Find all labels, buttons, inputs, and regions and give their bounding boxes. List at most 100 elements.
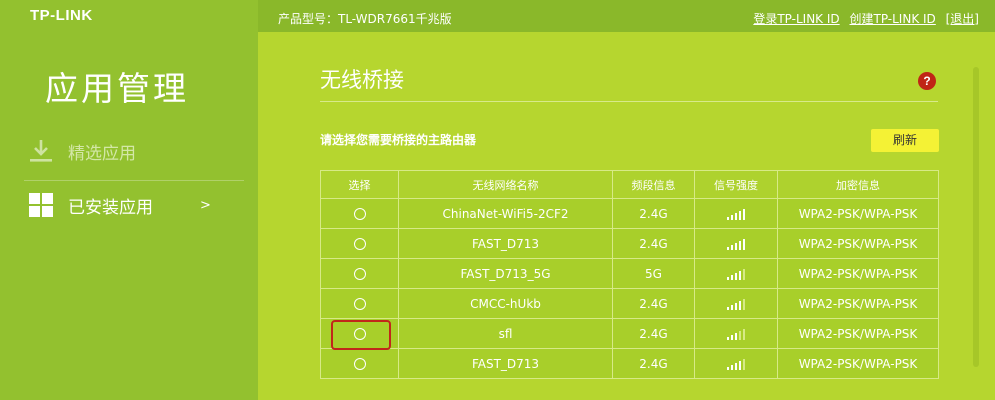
signal-cell — [694, 228, 778, 259]
security-cell: WPA2-PSK/WPA-PSK — [777, 348, 939, 379]
main-panel: 无线桥接 ? 请选择您需要桥接的主路由器 刷新 选择 无线网络名称 频段信息 信… — [258, 32, 995, 400]
column-header: 无线网络名称 — [398, 170, 613, 199]
select-radio[interactable] — [353, 208, 366, 220]
signal-cell — [694, 288, 778, 319]
security-cell: WPA2-PSK/WPA-PSK — [777, 228, 939, 259]
create-id-link[interactable]: 创建TP-LINK ID — [849, 12, 935, 26]
wifi-scan-table: 选择 无线网络名称 频段信息 信号强度 加密信息 ChinaNet-WiFi5-… — [320, 170, 939, 379]
table-row[interactable]: ChinaNet-WiFi5-2CF2 2.4G WPA2-PSK/WPA-PSK — [320, 198, 939, 229]
download-icon — [28, 138, 54, 164]
table-row[interactable]: CMCC-hUkb 2.4G WPA2-PSK/WPA-PSK — [320, 288, 939, 319]
divider — [320, 101, 938, 102]
table-row[interactable]: FAST_D713 2.4G WPA2-PSK/WPA-PSK — [320, 348, 939, 379]
signal-bar — [743, 328, 745, 340]
top-header: 产品型号：TL-WDR7661千兆版 登录TP-LINK ID 创建TP-LIN… — [258, 0, 995, 32]
sidebar-item-label: 精选应用 — [68, 143, 136, 164]
divider — [24, 180, 244, 181]
select-cell — [320, 228, 399, 259]
login-link[interactable]: 登录TP-LINK ID — [753, 12, 839, 26]
signal-strength-icon — [727, 358, 745, 370]
signal-cell — [694, 318, 778, 349]
table-row[interactable]: sfl 2.4G WPA2-PSK/WPA-PSK — [320, 318, 939, 350]
select-cell — [320, 318, 399, 350]
signal-bar — [731, 214, 733, 220]
ssid-cell: FAST_D713 — [398, 228, 613, 259]
signal-bar — [731, 304, 733, 310]
ssid-cell: FAST_D713_5G — [398, 258, 613, 289]
ssid-cell: FAST_D713 — [398, 348, 613, 379]
select-radio[interactable] — [353, 268, 366, 280]
signal-bar — [735, 362, 737, 370]
refresh-button[interactable]: 刷新 — [871, 129, 939, 152]
signal-bar — [743, 238, 745, 250]
signal-bar — [743, 358, 745, 370]
band-cell: 2.4G — [612, 318, 695, 349]
signal-strength-icon — [727, 298, 745, 310]
signal-strength-icon — [727, 268, 745, 280]
logout-link[interactable]: [退出] — [946, 12, 979, 26]
signal-bar — [739, 330, 741, 340]
band-cell: 2.4G — [612, 228, 695, 259]
sidebar-item-installed-apps[interactable]: 已安装应用 > — [28, 190, 228, 220]
table-row[interactable]: FAST_D713_5G 5G WPA2-PSK/WPA-PSK — [320, 258, 939, 289]
select-radio[interactable] — [353, 238, 366, 250]
page-title: 无线桥接 — [320, 68, 404, 92]
scrollbar[interactable] — [973, 67, 979, 367]
signal-bar — [743, 298, 745, 310]
column-header: 信号强度 — [694, 170, 778, 199]
select-radio[interactable] — [353, 328, 366, 340]
signal-bar — [735, 302, 737, 310]
select-cell — [320, 288, 399, 319]
signal-bar — [727, 336, 729, 340]
band-cell: 5G — [612, 258, 695, 289]
grid-icon — [28, 192, 54, 218]
signal-strength-icon — [727, 208, 745, 220]
select-radio[interactable] — [353, 298, 366, 310]
sidebar-item-featured-apps[interactable]: 精选应用 — [28, 136, 228, 166]
ssid-cell: ChinaNet-WiFi5-2CF2 — [398, 198, 613, 229]
select-cell — [320, 198, 399, 229]
signal-bar — [739, 300, 741, 310]
signal-bar — [743, 208, 745, 220]
security-cell: WPA2-PSK/WPA-PSK — [777, 318, 939, 349]
signal-bar — [743, 268, 745, 280]
security-cell: WPA2-PSK/WPA-PSK — [777, 198, 939, 229]
column-header: 加密信息 — [777, 170, 939, 199]
signal-bar — [727, 246, 729, 250]
signal-bar — [727, 216, 729, 220]
select-radio[interactable] — [353, 358, 366, 370]
signal-bar — [731, 244, 733, 250]
ssid-cell: CMCC-hUkb — [398, 288, 613, 319]
signal-bar — [739, 210, 741, 220]
band-cell: 2.4G — [612, 348, 695, 379]
signal-bar — [735, 212, 737, 220]
signal-bar — [739, 240, 741, 250]
signal-bar — [739, 270, 741, 280]
band-cell: 2.4G — [612, 288, 695, 319]
signal-bar — [735, 332, 737, 340]
signal-cell — [694, 348, 778, 379]
sidebar: TP-LINK 应用管理 精选应用 已安装应用 > — [0, 0, 258, 400]
table-header-row: 选择 无线网络名称 频段信息 信号强度 加密信息 — [320, 170, 939, 199]
tp-link-logo: TP-LINK — [30, 7, 93, 24]
security-cell: WPA2-PSK/WPA-PSK — [777, 258, 939, 289]
signal-strength-icon — [727, 238, 745, 250]
table-row[interactable]: FAST_D713 2.4G WPA2-PSK/WPA-PSK — [320, 228, 939, 259]
sidebar-item-label: 已安装应用 — [68, 197, 153, 218]
signal-bar — [731, 334, 733, 340]
header-links: 登录TP-LINK ID 创建TP-LINK ID [退出] — [753, 10, 979, 27]
signal-bar — [739, 360, 741, 370]
signal-bar — [727, 276, 729, 280]
select-cell — [320, 258, 399, 289]
signal-bar — [727, 306, 729, 310]
help-icon[interactable]: ? — [918, 72, 936, 90]
ssid-cell: sfl — [398, 318, 613, 349]
product-model: 产品型号：TL-WDR7661千兆版 — [278, 12, 452, 26]
signal-strength-icon — [727, 328, 745, 340]
band-cell: 2.4G — [612, 198, 695, 229]
signal-bar — [727, 366, 729, 370]
signal-bar — [735, 242, 737, 250]
select-cell — [320, 348, 399, 379]
column-header: 选择 — [320, 170, 399, 199]
app-management-title: 应用管理 — [45, 69, 189, 108]
